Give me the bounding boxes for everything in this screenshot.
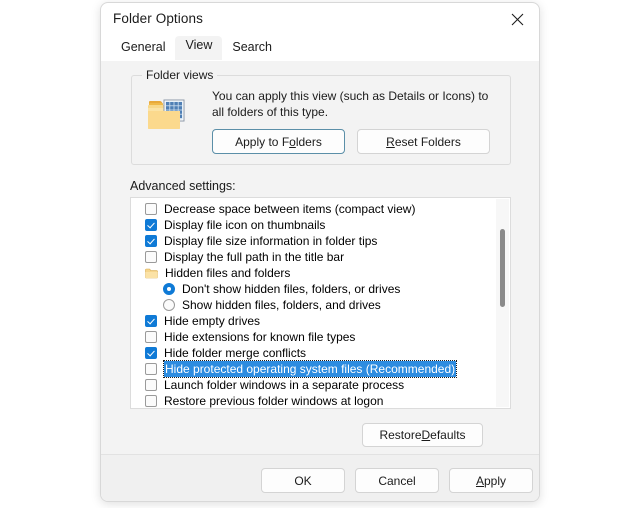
vertical-scrollbar[interactable] bbox=[496, 199, 509, 407]
checkbox-unchecked-icon[interactable] bbox=[145, 395, 157, 407]
setting-label: Hide protected operating system files (R… bbox=[164, 361, 456, 377]
folder-views-group: Folder views bbox=[131, 75, 511, 165]
setting-row[interactable]: Don't show hidden files, folders, or dri… bbox=[131, 281, 510, 297]
advanced-settings-rows: Decrease space between items (compact vi… bbox=[131, 198, 510, 409]
setting-row[interactable]: Display file icon on thumbnails bbox=[131, 217, 510, 233]
restore-defaults-label-pre: Restore bbox=[379, 428, 421, 442]
ok-button[interactable]: OK bbox=[261, 468, 345, 493]
tab-strip: GeneralViewSearch bbox=[101, 36, 539, 61]
radio-unselected-icon[interactable] bbox=[163, 299, 175, 311]
checkbox-unchecked-icon[interactable] bbox=[145, 379, 157, 391]
setting-label: Decrease space between items (compact vi… bbox=[164, 201, 415, 217]
setting-row[interactable]: Hide protected operating system files (R… bbox=[131, 361, 510, 377]
folder-icon bbox=[145, 268, 158, 279]
advanced-settings-list[interactable]: Decrease space between items (compact vi… bbox=[130, 197, 511, 409]
dialog-footer: OK Cancel Apply bbox=[101, 454, 539, 502]
setting-row[interactable]: Hide empty drives bbox=[131, 313, 510, 329]
apply-to-folders-accel: o bbox=[289, 135, 296, 149]
setting-row[interactable]: Hide extensions for known file types bbox=[131, 329, 510, 345]
tab-panel-view: Folder views bbox=[101, 61, 539, 502]
setting-row[interactable]: Display file size information in folder … bbox=[131, 233, 510, 249]
checkbox-checked-icon[interactable] bbox=[145, 235, 157, 247]
advanced-settings-label: Advanced settings: bbox=[130, 179, 236, 193]
setting-row[interactable]: Decrease space between items (compact vi… bbox=[131, 201, 510, 217]
checkbox-checked-icon[interactable] bbox=[145, 219, 157, 231]
apply-label-post: pply bbox=[484, 474, 506, 488]
setting-label: Hide extensions for known file types bbox=[164, 329, 355, 345]
setting-label: Show hidden files, folders, and drives bbox=[182, 297, 381, 313]
folder-views-legend: Folder views bbox=[142, 68, 217, 82]
checkbox-unchecked-icon[interactable] bbox=[145, 331, 157, 343]
setting-row[interactable]: Hide folder merge conflicts bbox=[131, 345, 510, 361]
tab-general[interactable]: General bbox=[111, 36, 175, 60]
setting-label: Hide empty drives bbox=[164, 313, 260, 329]
setting-label: Don't show hidden files, folders, or dri… bbox=[182, 281, 400, 297]
folder-views-description: You can apply this view (such as Details… bbox=[212, 88, 492, 120]
folder-options-dialog: Folder Options GeneralViewSearch Folder … bbox=[100, 2, 540, 502]
window-title: Folder Options bbox=[113, 11, 203, 26]
setting-label: Hide folder merge conflicts bbox=[164, 345, 306, 361]
setting-label: Hidden files and folders bbox=[165, 265, 290, 281]
apply-to-folders-label-post: lders bbox=[296, 135, 322, 149]
setting-row[interactable]: Show hidden files, folders, and drives bbox=[131, 297, 510, 313]
apply-to-folders-label-pre: Apply to F bbox=[235, 135, 289, 149]
checkbox-checked-icon[interactable] bbox=[145, 347, 157, 359]
apply-button[interactable]: Apply bbox=[449, 468, 533, 493]
apply-accel: A bbox=[476, 474, 484, 488]
reset-folders-button[interactable]: Reset Folders bbox=[357, 129, 490, 154]
scrollbar-thumb[interactable] bbox=[500, 229, 505, 307]
setting-row[interactable]: Launch folder windows in a separate proc… bbox=[131, 377, 510, 393]
radio-selected-icon[interactable] bbox=[163, 283, 175, 295]
reset-folders-label-post: eset Folders bbox=[395, 135, 461, 149]
apply-to-folders-button[interactable]: Apply to Folders bbox=[212, 129, 345, 154]
cancel-label-pre: Cancel bbox=[378, 474, 415, 488]
restore-defaults-accel: D bbox=[422, 428, 431, 442]
setting-row[interactable]: Restore previous folder windows at logon bbox=[131, 393, 510, 409]
ok-label-pre: OK bbox=[294, 474, 311, 488]
checkbox-checked-icon[interactable] bbox=[145, 315, 157, 327]
setting-label: Display file size information in folder … bbox=[164, 233, 377, 249]
reset-folders-accel: R bbox=[386, 135, 395, 149]
restore-defaults-label-post: efaults bbox=[430, 428, 465, 442]
setting-label: Display the full path in the title bar bbox=[164, 249, 344, 265]
setting-row[interactable]: Hidden files and folders bbox=[131, 265, 510, 281]
tab-search[interactable]: Search bbox=[222, 36, 282, 60]
title-bar: Folder Options bbox=[101, 3, 539, 36]
setting-label: Launch folder windows in a separate proc… bbox=[164, 377, 404, 393]
setting-label: Display file icon on thumbnails bbox=[164, 217, 325, 233]
checkbox-unchecked-icon[interactable] bbox=[145, 363, 157, 375]
tab-view[interactable]: View bbox=[175, 36, 222, 60]
close-icon[interactable] bbox=[495, 3, 539, 36]
setting-label: Restore previous folder windows at logon bbox=[164, 393, 383, 409]
checkbox-unchecked-icon[interactable] bbox=[145, 203, 157, 215]
restore-defaults-button[interactable]: Restore Defaults bbox=[362, 423, 483, 447]
folder-with-grid-icon bbox=[146, 98, 188, 134]
checkbox-unchecked-icon[interactable] bbox=[145, 251, 157, 263]
cancel-button[interactable]: Cancel bbox=[355, 468, 439, 493]
setting-row[interactable]: Display the full path in the title bar bbox=[131, 249, 510, 265]
